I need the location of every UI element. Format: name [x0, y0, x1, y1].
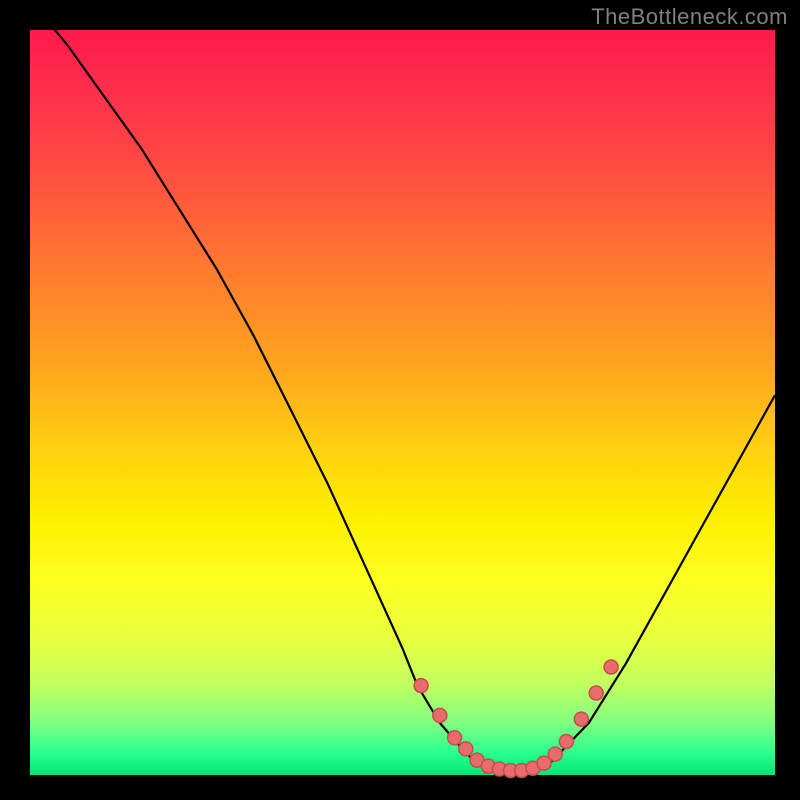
curve-marker	[559, 735, 573, 749]
curve-marker	[589, 686, 603, 700]
curve-marker	[459, 742, 473, 756]
curve-marker	[414, 679, 428, 693]
curve-marker	[433, 708, 447, 722]
curve-markers	[414, 660, 618, 778]
chart-overlay	[30, 30, 775, 775]
curve-marker	[448, 731, 462, 745]
curve-marker	[548, 747, 562, 761]
watermark-text: TheBottleneck.com	[591, 4, 788, 30]
bottleneck-curve	[30, 0, 775, 771]
curve-marker	[574, 712, 588, 726]
curve-marker	[604, 660, 618, 674]
